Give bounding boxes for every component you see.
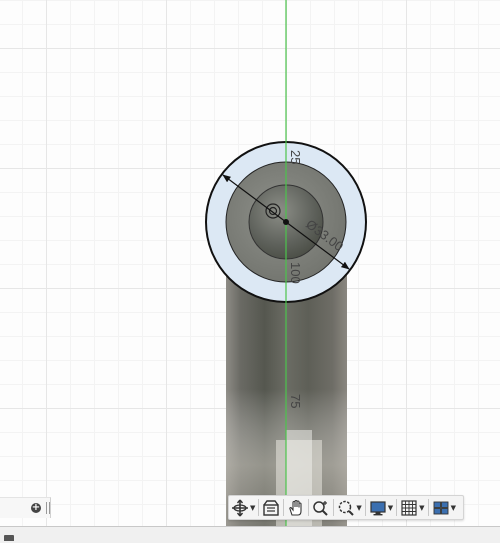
grid-icon (401, 499, 417, 516)
fit-zoom-menu-caret[interactable]: ▼ (356, 504, 361, 512)
toolbar-separator (333, 499, 335, 516)
orbit-button[interactable]: ▼ (231, 497, 255, 518)
dimension-length-label[interactable]: 75 (288, 394, 303, 408)
grid-settings-menu-caret[interactable]: ▼ (419, 504, 424, 512)
dimension-top-label[interactable]: 25 (288, 150, 303, 164)
pan-hand-icon (289, 499, 302, 516)
viewports-button[interactable]: ▼ (432, 497, 456, 518)
navigation-toolbar: ▼ ▼ ▼ ▼ ▼ (228, 495, 464, 520)
model-drawing[interactable]: 25 Ø33.00 100 75 (0, 0, 500, 526)
viewports-menu-caret[interactable]: ▼ (451, 504, 456, 512)
zoom-icon (313, 500, 329, 516)
orbit-icon (232, 499, 248, 516)
grid-settings-button[interactable]: ▼ (400, 497, 425, 518)
look-at-button[interactable] (262, 497, 280, 518)
timeline-strip (0, 526, 500, 543)
toolbar-separator (364, 499, 366, 516)
toolbar-separator (427, 499, 429, 516)
monitor-icon (370, 500, 386, 515)
browser-panel-strip: + (0, 497, 51, 518)
toolbar-separator (258, 499, 260, 516)
toolbar-separator (283, 499, 285, 516)
toolbar-separator (396, 499, 398, 516)
look-at-icon (263, 499, 280, 516)
zoom-button[interactable] (312, 497, 330, 518)
toolbar-separator (308, 499, 310, 516)
add-icon[interactable]: + (31, 503, 41, 513)
dimension-right-label[interactable]: 100 (288, 262, 303, 284)
pan-button[interactable] (287, 497, 305, 518)
panel-grip-handle[interactable] (46, 502, 50, 514)
canvas-viewport[interactable]: 25 Ø33.00 100 75 (0, 0, 500, 526)
display-settings-menu-caret[interactable]: ▼ (388, 504, 393, 512)
display-settings-button[interactable]: ▼ (369, 497, 393, 518)
timeline-corner-icon[interactable] (4, 535, 14, 541)
orbit-menu-caret[interactable]: ▼ (250, 504, 255, 512)
viewports-icon (433, 501, 449, 514)
fit-zoom-button[interactable]: ▼ (337, 497, 362, 518)
fit-zoom-icon (339, 500, 355, 516)
